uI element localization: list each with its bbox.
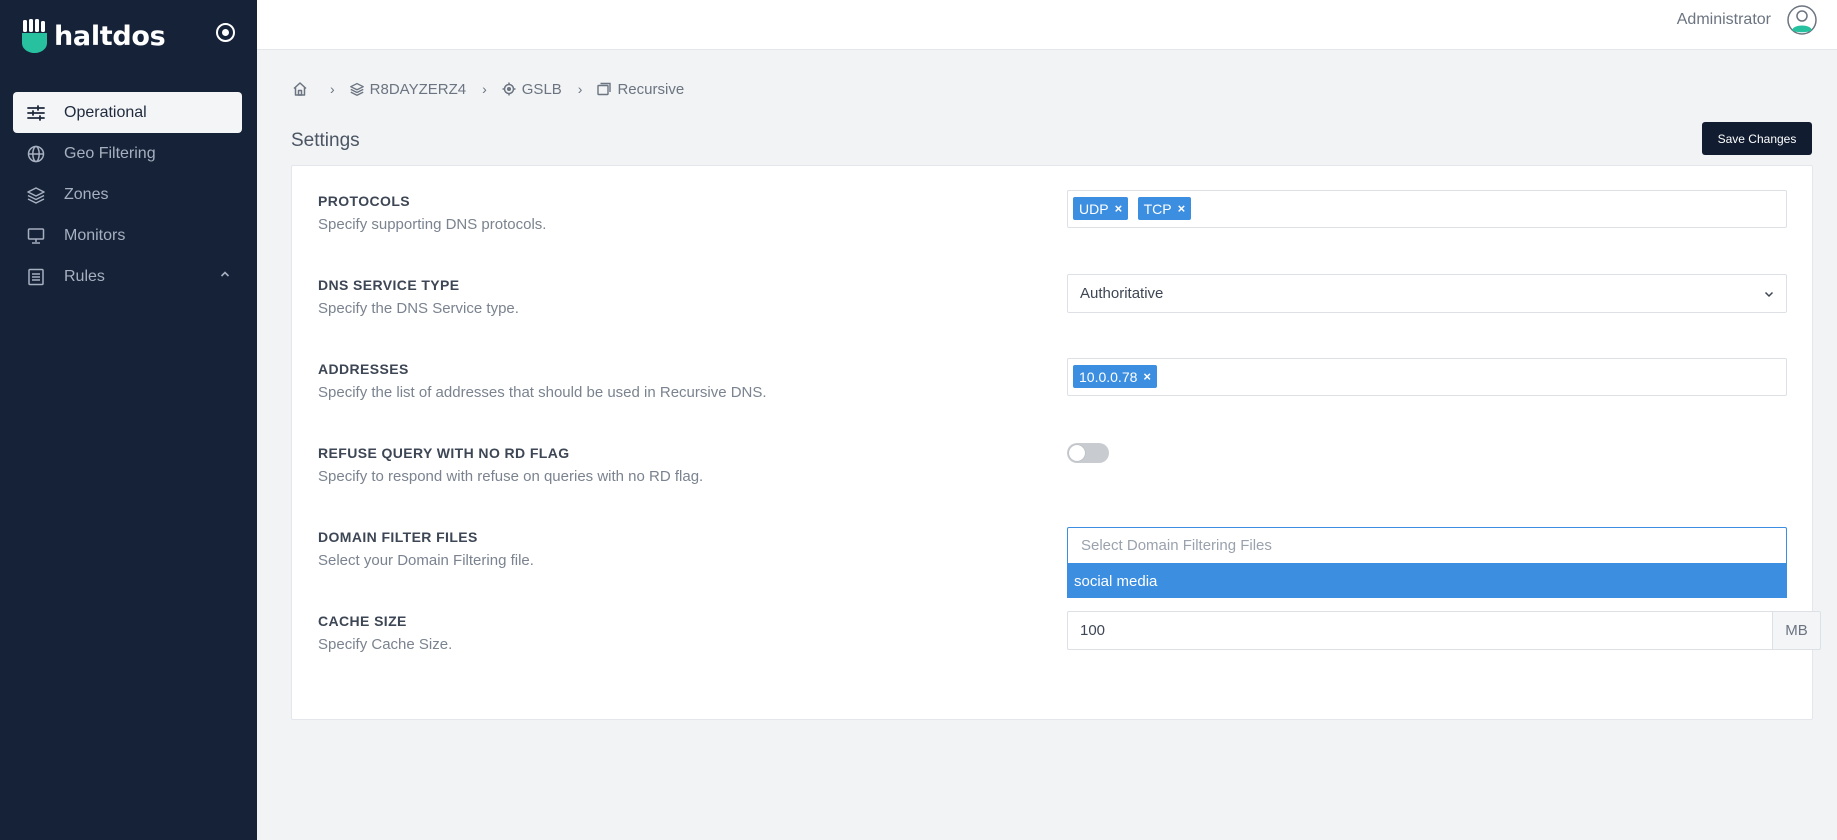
remove-tag-icon[interactable]: × [1115,201,1123,216]
globe-icon [26,144,46,164]
layers-icon [349,82,364,96]
breadcrumb-home[interactable] [292,81,314,97]
topbar: Administrator [257,0,1837,50]
service-type-description: Specify the DNS Service type. [318,300,519,317]
sidebar-item-label: Zones [64,185,109,203]
sidebar-item-rules[interactable]: Rules [13,256,242,297]
domain-filter-option[interactable]: social media [1067,564,1787,598]
cache-size-description: Specify Cache Size. [318,636,453,653]
cache-size-label-group: CACHE SIZE Specify Cache Size. [318,613,452,653]
sidebar: haltdos Operational Geo Filtering Zones … [0,0,257,840]
breadcrumb-label: GSLB [521,80,562,98]
target-icon [502,82,516,96]
layers-icon [26,185,46,205]
page-title: Settings [291,130,360,151]
domain-filter-description: Select your Domain Filtering file. [318,552,534,569]
avatar[interactable] [1787,5,1817,35]
addresses-tag-input[interactable]: 10.0.0.78 × [1067,358,1787,396]
protocols-tag-input[interactable]: UDP × TCP × [1067,190,1787,228]
refuse-query-toggle[interactable] [1067,443,1109,463]
service-type-value: Authoritative [1080,285,1164,302]
breadcrumb-item-recursive: Recursive [597,81,684,98]
addresses-title: ADDRESSES [318,361,409,377]
chevron-down-icon [1764,291,1774,298]
sliders-icon [26,103,46,123]
tag-label: TCP [1143,200,1172,217]
protocol-tag: UDP × [1073,197,1129,220]
breadcrumb-item-gslb[interactable]: GSLB [502,81,562,98]
refuse-query-label-group: REFUSE QUERY WITH NO RD FLAG Specify to … [318,445,703,485]
breadcrumb-label: R8DAYZERZ4 [369,80,467,98]
sidebar-item-operational[interactable]: Operational [13,92,242,133]
tag-label: UDP [1079,200,1109,217]
service-type-select[interactable]: Authoritative [1067,274,1787,313]
protocol-tag: TCP × [1137,197,1192,220]
sidebar-item-geo-filtering[interactable]: Geo Filtering [13,133,242,174]
logo-fist-icon [22,19,47,53]
domain-filter-title: DOMAIN FILTER FILES [318,529,478,545]
breadcrumb-separator: › [577,81,583,97]
sidebar-nav: Operational Geo Filtering Zones Monitors… [13,92,242,297]
logo-text: haltdos [54,20,166,52]
monitor-icon [26,226,46,246]
addresses-description: Specify the list of addresses that shoul… [318,384,767,401]
breadcrumb-label: Recursive [617,80,685,98]
service-type-label-group: DNS SERVICE TYPE Specify the DNS Service… [318,277,519,317]
sidebar-item-label: Geo Filtering [64,144,156,162]
home-icon [293,82,307,96]
refuse-query-title: REFUSE QUERY WITH NO RD FLAG [318,445,570,461]
settings-card: PROTOCOLS Specify supporting DNS protoco… [291,165,1821,720]
breadcrumb-item-device[interactable]: R8DAYZERZ4 [349,80,467,98]
cache-size-title: CACHE SIZE [318,613,407,629]
protocols-title: PROTOCOLS [318,193,411,209]
remove-tag-icon[interactable]: × [1178,201,1186,216]
remove-tag-icon[interactable]: × [1143,369,1151,384]
sidebar-item-monitors[interactable]: Monitors [13,215,242,256]
breadcrumb-separator: › [482,81,487,97]
save-button[interactable]: Save Changes [1702,122,1812,155]
sidebar-item-label: Monitors [64,226,126,244]
list-icon [26,267,46,287]
sidebar-toggle-icon[interactable] [216,23,235,42]
sidebar-item-label: Operational [64,103,147,121]
domain-filter-search-input[interactable] [1067,527,1787,564]
cache-size-unit: MB [1772,611,1821,650]
windows-icon [597,82,612,96]
breadcrumb-separator: › [330,81,335,97]
protocols-label-group: PROTOCOLS Specify supporting DNS protoco… [318,193,546,233]
service-type-title: DNS SERVICE TYPE [318,277,460,293]
address-tag: 10.0.0.78 × [1073,365,1157,388]
addresses-label-group: ADDRESSES Specify the list of addresses … [318,361,767,401]
protocols-description: Specify supporting DNS protocols. [318,216,547,233]
tag-label: 10.0.0.78 [1079,368,1138,385]
cache-size-input[interactable] [1067,611,1773,650]
breadcrumb: › R8DAYZERZ4 › GSLB › Recursive [292,78,684,100]
domain-filter-label-group: DOMAIN FILTER FILES Select your Domain F… [318,529,534,569]
logo[interactable]: haltdos [20,16,166,56]
sidebar-item-zones[interactable]: Zones [13,174,242,215]
chevron-up-icon [220,271,230,277]
refuse-query-description: Specify to respond with refuse on querie… [318,468,704,485]
user-name[interactable]: Administrator [1677,11,1771,29]
sidebar-item-label: Rules [64,267,105,285]
